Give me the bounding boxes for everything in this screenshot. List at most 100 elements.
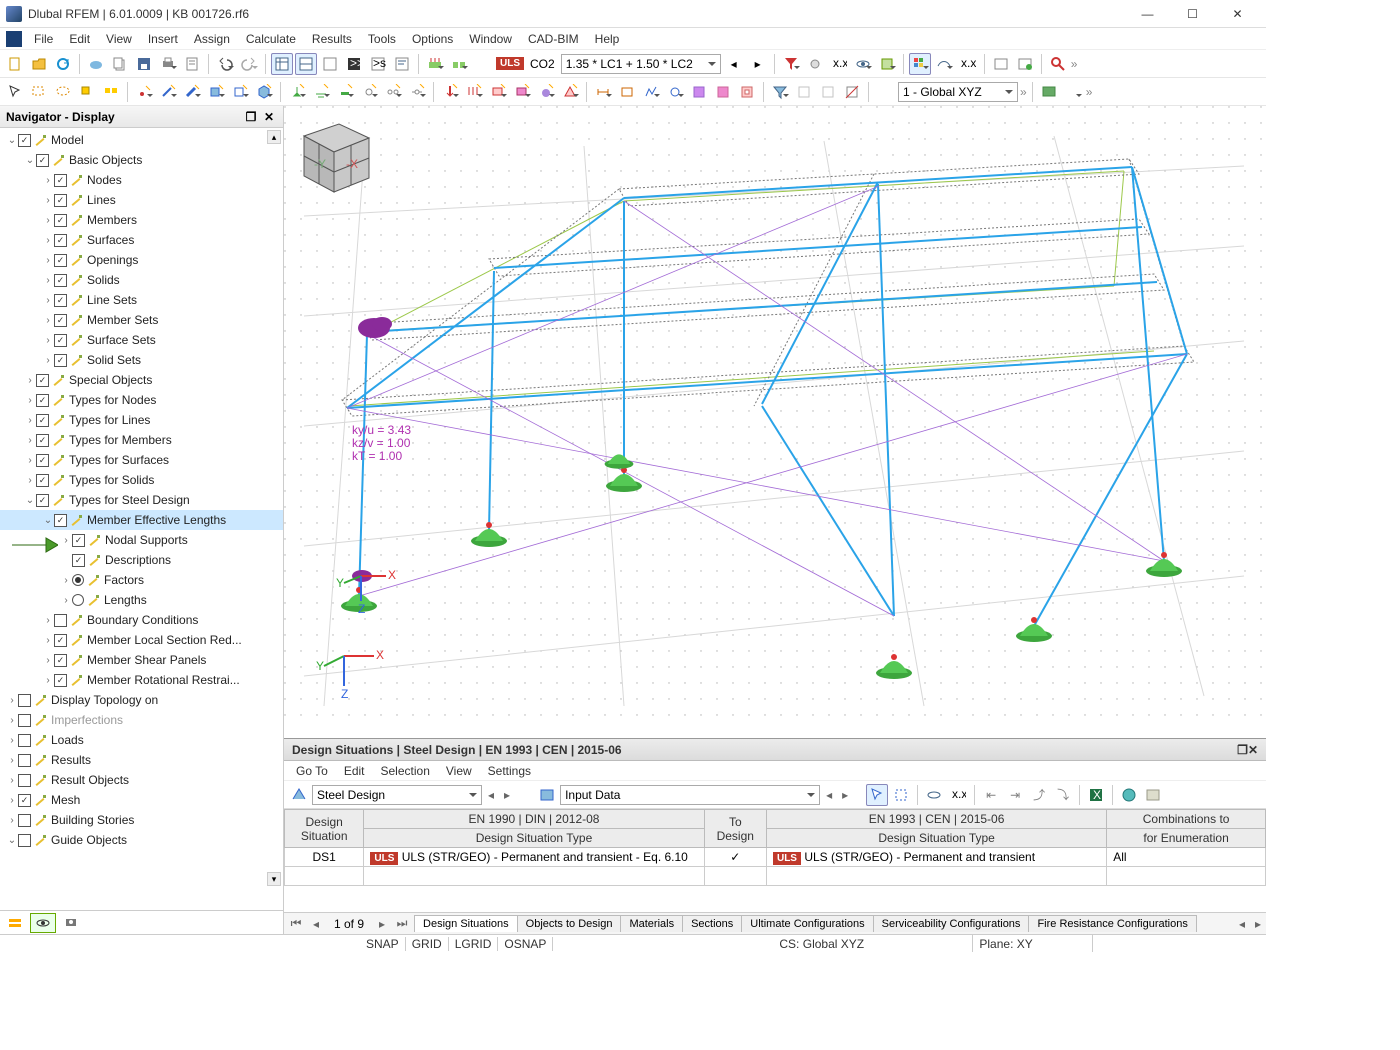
menu-tools[interactable]: Tools: [360, 30, 404, 48]
tree-item-lines[interactable]: ›Lines: [0, 190, 283, 210]
result-iso-icon[interactable]: [712, 81, 734, 103]
script-icon[interactable]: >sc: [367, 53, 389, 75]
menu-insert[interactable]: Insert: [140, 30, 186, 48]
load-gen-icon[interactable]: [559, 81, 581, 103]
bp-tab-sections[interactable]: Sections: [682, 915, 742, 932]
tree-item-member-effective-lengths[interactable]: ⌄Member Effective Lengths: [0, 510, 283, 530]
tree-item-member-rotational-restrai-[interactable]: ›Member Rotational Restrai...: [0, 670, 283, 690]
new-icon[interactable]: [4, 53, 26, 75]
status-osnap[interactable]: OSNAP: [498, 937, 553, 951]
load-line-icon[interactable]: [463, 81, 485, 103]
bp-module-selector[interactable]: Steel Design: [312, 785, 482, 805]
line-new-icon[interactable]: [157, 81, 179, 103]
coord-system-selector[interactable]: 1 - Global XYZ: [898, 82, 1018, 102]
tree-item-types-for-solids[interactable]: ›Types for Solids: [0, 470, 283, 490]
bp-settings-icon[interactable]: [1142, 784, 1164, 806]
label-xxx-icon[interactable]: x.xx: [828, 53, 850, 75]
bp-design-icon[interactable]: [288, 784, 310, 806]
bp-next-module-icon[interactable]: ▸: [500, 788, 514, 802]
bp-prev-data-icon[interactable]: ◂: [822, 788, 836, 802]
tree-item-member-local-section-red-[interactable]: ›Member Local Section Red...: [0, 630, 283, 650]
menu-help[interactable]: Help: [587, 30, 628, 48]
tree-item-types-for-lines[interactable]: ›Types for Lines: [0, 410, 283, 430]
next-combo-icon[interactable]: ▸: [747, 53, 769, 75]
bp-tab-serviceability-configurations[interactable]: Serviceability Configurations: [873, 915, 1030, 932]
node-new-icon[interactable]: [133, 81, 155, 103]
filter-icon[interactable]: [769, 81, 791, 103]
save-icon[interactable]: [133, 53, 155, 75]
bp-row-del-icon[interactable]: ⇥: [1004, 784, 1026, 806]
tree-item-types-for-steel-design[interactable]: ⌄Types for Steel Design: [0, 490, 283, 510]
navigation-cube-icon[interactable]: -Y -X: [284, 106, 384, 206]
navigator-tree[interactable]: ▴ ▾ ⌄Model⌄Basic Objects›Nodes›Lines›Mem…: [0, 128, 283, 910]
tree-item-guide-objects[interactable]: ⌄Guide Objects: [0, 830, 283, 850]
undo-icon[interactable]: [214, 53, 236, 75]
search-icon[interactable]: [1047, 53, 1069, 75]
tree-item-display-topology-on[interactable]: ›Display Topology on: [0, 690, 283, 710]
bp-menu-selection[interactable]: Selection: [373, 763, 438, 779]
menu-results[interactable]: Results: [304, 30, 360, 48]
load-combo-selector[interactable]: 1.35 * LC1 + 1.50 * LC2: [561, 54, 721, 74]
options-2-icon[interactable]: [1014, 53, 1036, 75]
bp-menu-view[interactable]: View: [438, 763, 480, 779]
tree-item-mesh[interactable]: ›Mesh: [0, 790, 283, 810]
tree-item-basic-objects[interactable]: ⌄Basic Objects: [0, 150, 283, 170]
member-new-icon[interactable]: [181, 81, 203, 103]
support-2-icon[interactable]: [310, 81, 332, 103]
vis-1-icon[interactable]: [804, 53, 826, 75]
prev-combo-icon[interactable]: ◂: [723, 53, 745, 75]
tree-item-lengths[interactable]: ›Lengths: [0, 590, 283, 610]
code-icon[interactable]: [391, 53, 413, 75]
blank-icon[interactable]: [472, 53, 494, 75]
tabs-scroll-left-icon[interactable]: ◂: [1234, 917, 1250, 931]
bp-close-icon[interactable]: ✕: [1248, 743, 1258, 757]
tree-item-types-for-surfaces[interactable]: ›Types for Surfaces: [0, 450, 283, 470]
tree-item-boundary-conditions[interactable]: ›Boundary Conditions: [0, 610, 283, 630]
close-button[interactable]: ✕: [1215, 4, 1260, 24]
grid-color-icon[interactable]: [909, 53, 931, 75]
load-solid-icon[interactable]: [511, 81, 533, 103]
console-icon[interactable]: >>: [343, 53, 365, 75]
opening-new-icon[interactable]: [229, 81, 251, 103]
hinge-2-icon[interactable]: [382, 81, 404, 103]
filter-red-icon[interactable]: [780, 53, 802, 75]
bp-tab-materials[interactable]: Materials: [620, 915, 683, 932]
bp-tab-objects-to-design[interactable]: Objects to Design: [517, 915, 622, 932]
support-1-icon[interactable]: [286, 81, 308, 103]
select-related-icon[interactable]: [100, 81, 122, 103]
scroll-up-icon[interactable]: ▴: [267, 130, 281, 144]
clip-back-icon[interactable]: [817, 81, 839, 103]
undock-icon[interactable]: ❐: [243, 109, 259, 125]
load-mass-icon[interactable]: [535, 81, 557, 103]
last-page-icon[interactable]: ⏭: [394, 916, 410, 931]
bp-data-icon[interactable]: [536, 784, 558, 806]
tree-item-loads[interactable]: ›Loads: [0, 730, 283, 750]
table1-icon[interactable]: [271, 53, 293, 75]
dim-auto-icon[interactable]: [616, 81, 638, 103]
bp-eye-icon[interactable]: [923, 784, 945, 806]
menu-calculate[interactable]: Calculate: [238, 30, 304, 48]
select-arrow-icon[interactable]: [4, 81, 26, 103]
status-grid[interactable]: GRID: [406, 937, 449, 951]
load-arrow-icon[interactable]: [439, 81, 461, 103]
load-case-icon[interactable]: [424, 53, 446, 75]
tree-item-openings[interactable]: ›Openings: [0, 250, 283, 270]
bp-menu-edit[interactable]: Edit: [336, 763, 373, 779]
nav-tab-display-icon[interactable]: [30, 913, 56, 933]
app-menu-icon[interactable]: [6, 31, 22, 47]
tree-item-types-for-nodes[interactable]: ›Types for Nodes: [0, 390, 283, 410]
tabs-scroll-right-icon[interactable]: ▸: [1250, 917, 1266, 931]
next-page-icon[interactable]: ▸: [374, 917, 390, 931]
dim-linear-icon[interactable]: [592, 81, 614, 103]
copy-icon[interactable]: [109, 53, 131, 75]
report-icon[interactable]: [181, 53, 203, 75]
menu-window[interactable]: Window: [461, 30, 520, 48]
bottom-panel-table[interactable]: Design Situation EN 1990 | DIN | 2012-08…: [284, 809, 1266, 912]
status-lgrid[interactable]: LGRID: [449, 937, 499, 951]
bg-icon[interactable]: [1062, 81, 1084, 103]
cloud-icon[interactable]: [85, 53, 107, 75]
cube-settings-icon[interactable]: [876, 53, 898, 75]
tree-item-result-objects[interactable]: ›Result Objects: [0, 770, 283, 790]
bp-pick2-icon[interactable]: [890, 784, 912, 806]
load-area-icon[interactable]: [487, 81, 509, 103]
